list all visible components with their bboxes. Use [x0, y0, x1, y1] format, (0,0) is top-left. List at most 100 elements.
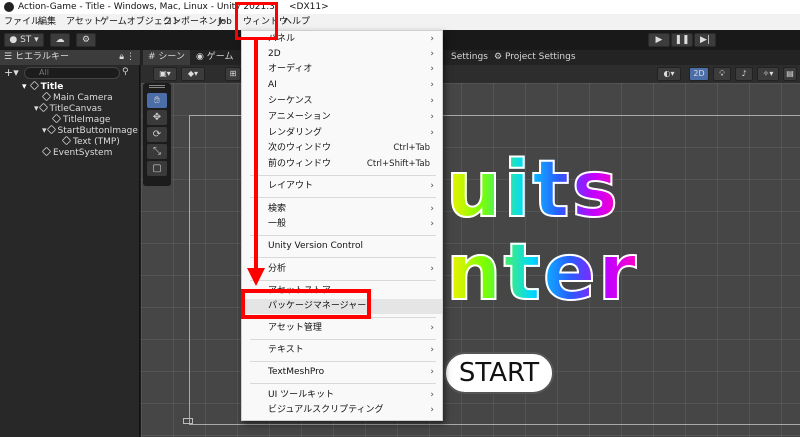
menu-item-layouts[interactable]: レイアウト › — [242, 179, 442, 194]
grid-snap-button[interactable]: ⊞ — [225, 67, 241, 81]
menu-item-textmeshpro[interactable]: TextMeshPro › — [242, 365, 442, 380]
menu-item-next-window[interactable]: 次のウィンドウ Ctrl+Tab — [242, 141, 442, 156]
menu-item-search[interactable]: 検索 › — [242, 202, 442, 217]
scene-toolbar: ▣▾ ◆▾ ⊞ ◐▾ 2D 💡︎ ♪ ✧▾ ▤ — [141, 65, 800, 83]
menu-item-general[interactable]: 一般 › — [242, 217, 442, 232]
grid-icon: # — [148, 52, 156, 62]
hierarchy-item-label: TitleCanvas — [49, 104, 102, 114]
cloud-button[interactable]: ☁ — [50, 33, 70, 47]
menu-file[interactable]: ファイル — [4, 14, 40, 30]
services-button[interactable]: ⚙ — [76, 33, 96, 47]
menu-item-label: 次のウィンドウ — [268, 143, 332, 153]
gameobject-icon — [41, 91, 52, 102]
hierarchy-search-input[interactable]: All — [24, 67, 120, 79]
audio-toggle-icon[interactable]: ♪ — [735, 67, 753, 81]
title-text-line1: uits — [445, 145, 620, 235]
gameobject-icon — [51, 113, 62, 124]
menu-item-label: AI — [268, 80, 277, 90]
effects-toggle-icon[interactable]: ✧▾ — [757, 67, 779, 81]
palette-drag-handle[interactable] — [149, 85, 165, 88]
menu-component[interactable]: コンポーネント — [163, 14, 226, 30]
menu-item-ui-toolkit[interactable]: UI ツールキット › — [242, 388, 442, 403]
shading-button[interactable]: ◆▾ — [181, 67, 205, 81]
hierarchy-item-label: StartButtonImage — [57, 126, 138, 136]
menu-help[interactable]: ヘルプ — [283, 14, 310, 30]
hierarchy-item-titleimage[interactable]: TitleImage — [51, 113, 110, 125]
more-menu-icon[interactable]: ⋮ — [126, 50, 135, 65]
menu-item-animation[interactable]: アニメーション › — [242, 110, 442, 125]
pause-button[interactable]: ❚❚ — [671, 33, 693, 47]
menu-item-text[interactable]: テキスト › — [242, 343, 442, 358]
menu-separator — [250, 175, 436, 176]
hierarchy-item-titlecanvas[interactable]: ▾ TitleCanvas — [34, 102, 102, 114]
view-options-button[interactable]: ◐▾ — [657, 67, 681, 81]
add-object-button[interactable]: +▾ — [4, 66, 19, 79]
menu-separator — [250, 339, 436, 340]
menu-jobs[interactable]: Job — [218, 14, 232, 30]
menu-edit[interactable]: 編集 — [38, 14, 56, 30]
chevron-right-icon: › — [430, 64, 434, 74]
menu-item-label: 分析 — [268, 264, 287, 274]
menu-item-2d[interactable]: 2D › — [242, 47, 442, 62]
gizmos-toggle-icon[interactable]: ▤ — [783, 67, 797, 81]
hierarchy-item-main-camera[interactable]: Main Camera — [41, 91, 113, 103]
search-options-icon[interactable]: ⚲ — [122, 67, 129, 77]
hierarchy-item-label: Main Camera — [53, 93, 113, 103]
menu-separator — [250, 197, 436, 198]
menu-item-previous-window[interactable]: 前のウィンドウ Ctrl+Shift+Tab — [242, 157, 442, 172]
hierarchy-item-startbuttonimage[interactable]: ▾ StartButtonImage — [42, 124, 138, 136]
tab-settings[interactable]: Settings — [446, 50, 493, 65]
move-tool-icon[interactable]: ✥ — [147, 110, 167, 125]
hierarchy-item-text-tmp[interactable]: Text (TMP) — [61, 135, 120, 147]
menu-item-label: UI ツールキット — [268, 390, 335, 400]
hierarchy-item-eventsystem[interactable]: EventSystem — [41, 146, 112, 158]
menu-item-rendering[interactable]: レンダリング › — [242, 126, 442, 141]
rotate-tool-icon[interactable]: ⟳ — [147, 127, 167, 142]
menu-item-analysis[interactable]: 分析 › — [242, 262, 442, 277]
menu-item-asset-management[interactable]: アセット管理 › — [242, 321, 442, 336]
draw-mode-button[interactable]: ▣▾ — [153, 67, 177, 81]
menu-item-label: 検索 — [268, 204, 287, 214]
menu-item-sequence[interactable]: シーケンス › — [242, 94, 442, 109]
unity-scene-icon — [29, 80, 39, 91]
menu-item-audio[interactable]: オーディオ › — [242, 62, 442, 77]
scene-view[interactable]: uits nter START — [141, 83, 800, 437]
tab-game[interactable]: ◉ ゲーム — [191, 50, 238, 65]
tab-scene[interactable]: # シーン — [143, 50, 190, 65]
tab-project-settings[interactable]: ⚙ Project Settings — [489, 50, 581, 65]
gamepad-icon: ◉ — [196, 52, 204, 62]
menu-item-unity-version-control[interactable]: Unity Version Control — [242, 239, 442, 254]
chevron-right-icon: › — [430, 204, 434, 214]
step-button[interactable]: ▶| — [694, 33, 716, 47]
scale-tool-icon[interactable]: ⤡ — [147, 144, 167, 159]
window-titlebar: Action-Game - Title - Windows, Mac, Linu… — [0, 0, 800, 14]
menu-separator — [250, 280, 436, 281]
rect-tool-icon[interactable]: ▢ — [147, 161, 167, 176]
start-button[interactable]: START — [444, 352, 554, 394]
menu-item-label: アニメーション — [268, 112, 331, 122]
gear-icon: ⚙ — [494, 52, 503, 62]
play-button[interactable]: ▶ — [648, 33, 670, 47]
menu-item-label: シーケンス — [268, 96, 313, 106]
menu-item-label: ビジュアルスクリプティング — [268, 405, 384, 415]
chevron-right-icon: › — [430, 367, 434, 377]
menu-item-ai[interactable]: AI › — [242, 78, 442, 93]
toggle-2d-button[interactable]: 2D — [689, 67, 709, 81]
lighting-toggle-icon[interactable]: 💡︎ — [713, 67, 731, 81]
menu-item-visual-scripting[interactable]: ビジュアルスクリプティング › — [242, 403, 442, 418]
scene-tab-bar: # シーン ◉ ゲーム Settings ⚙ Project Settings — [141, 50, 800, 65]
gameobject-icon — [46, 124, 56, 135]
hierarchy-search-placeholder: All — [39, 68, 49, 77]
lock-icon[interactable]: 🔒︎ — [119, 50, 124, 65]
menu-item-label: 2D — [268, 49, 281, 59]
menu-item-label: 一般 — [268, 219, 287, 229]
list-icon: ☰ — [4, 52, 13, 62]
scene-root-item[interactable]: ▾ Title — [22, 80, 63, 92]
canvas-corner-handle[interactable] — [183, 418, 193, 424]
account-button[interactable]: ● ST ▾ — [4, 33, 44, 47]
hierarchy-tab[interactable]: ☰ ヒエラルキー 🔒︎ ⋮ — [0, 50, 140, 65]
hand-tool-icon[interactable]: ✋︎ — [147, 93, 167, 108]
highlight-package-manager — [241, 289, 371, 319]
menu-assets[interactable]: アセット — [66, 14, 102, 30]
title-text-line2: nter — [445, 228, 639, 318]
